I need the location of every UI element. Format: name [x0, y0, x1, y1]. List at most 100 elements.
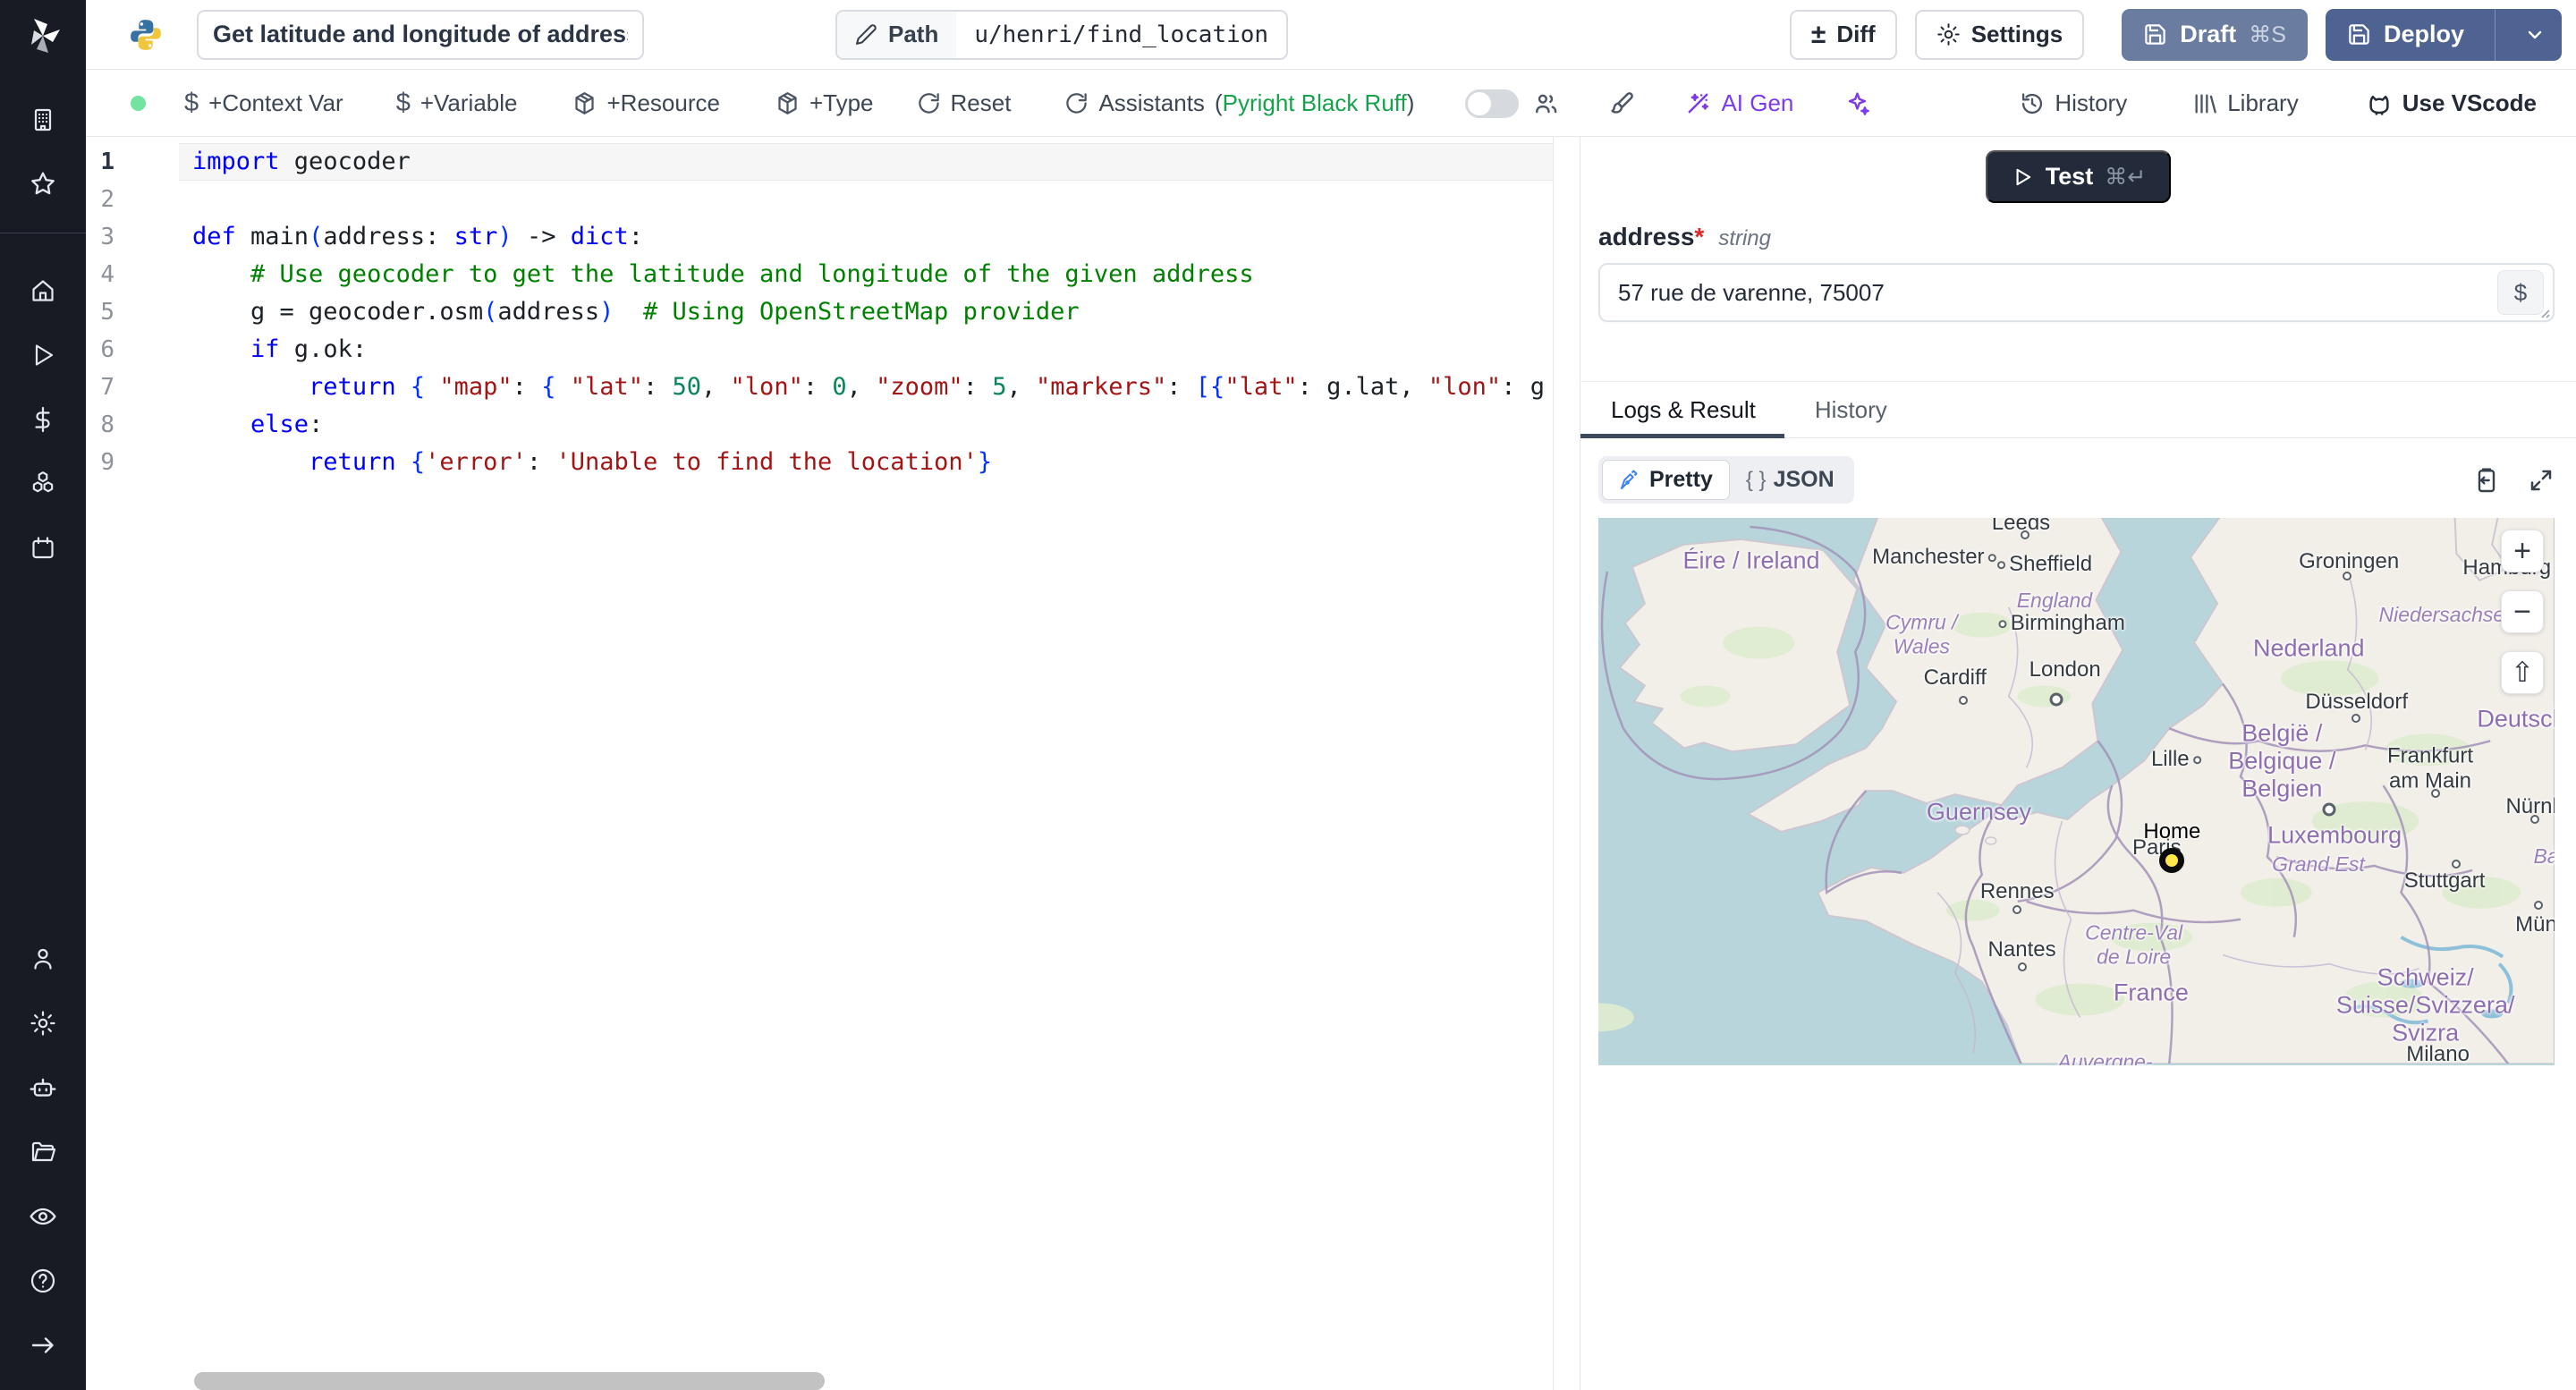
- resize-grip-icon[interactable]: [2538, 306, 2550, 318]
- diff-label: Diff: [1836, 21, 1876, 47]
- test-shortcut: ⌘↵: [2105, 164, 2147, 190]
- code-lines[interactable]: 1 import geocoder 2 3 def main(address: str)…: [86, 137, 1553, 481]
- tab-logs-result[interactable]: Logs & Result: [1580, 382, 1784, 438]
- code-line-9[interactable]: 9 return {'error': 'Unable to find the l…: [86, 444, 1553, 481]
- code-line-6[interactable]: 6 if g.ok:: [86, 331, 1553, 369]
- code-line-1[interactable]: 1 import geocoder: [86, 143, 1553, 181]
- code-line-2[interactable]: 2: [86, 181, 1553, 218]
- code-line-7[interactable]: 7 return { "map": { "lat": 50, "lon": 0,…: [86, 369, 1553, 406]
- panel-splitter[interactable]: [1555, 137, 1580, 1390]
- map-home-marker[interactable]: [2159, 848, 2185, 874]
- pretty-view-button[interactable]: Pretty: [1602, 460, 1730, 500]
- workers-robot-icon[interactable]: [0, 1055, 86, 1120]
- address-input-wrapper: $: [1598, 263, 2555, 322]
- multiplayer-toggle[interactable]: [1465, 89, 1520, 118]
- code-text[interactable]: return {'error': 'Unable to find the loc…: [179, 444, 1553, 481]
- map-label: Niedersachsen: [2378, 602, 2516, 626]
- result-map[interactable]: Leeds Manchester Sheffield Éire / Ireland En…: [1598, 518, 2555, 1065]
- history-button[interactable]: History: [2020, 89, 2127, 117]
- map-label: Deutschland: [2477, 705, 2555, 733]
- code-text[interactable]: def main(address: str) -> dict:: [179, 218, 1553, 256]
- collapse-arrow-right-icon[interactable]: [0, 1313, 86, 1377]
- map-marker-label: Home: [2143, 819, 2201, 844]
- add-resource-button[interactable]: +Resource: [572, 89, 720, 117]
- folders-icon[interactable]: [0, 1120, 86, 1184]
- map-label: Nürnberg: [2505, 794, 2555, 819]
- vscode-cat-icon: [2366, 90, 2393, 117]
- variables-dollar-icon[interactable]: [0, 387, 86, 452]
- map-zoom-out-button[interactable]: −: [2501, 590, 2544, 633]
- runs-play-icon[interactable]: [0, 323, 86, 387]
- map-city-dot: [2351, 713, 2360, 723]
- workspace-icon[interactable]: [0, 88, 86, 152]
- add-variable-button[interactable]: $ +Variable: [396, 89, 518, 118]
- address-input[interactable]: [1616, 277, 2497, 308]
- map-zoom-in-button[interactable]: +: [2501, 530, 2544, 572]
- code-text[interactable]: import geocoder: [179, 143, 1553, 181]
- resources-cubes-icon[interactable]: [0, 452, 86, 516]
- path-label: Path: [888, 21, 939, 47]
- settings-gear-icon[interactable]: [0, 991, 86, 1055]
- ai-gen-button[interactable]: AI Gen: [1685, 89, 1793, 117]
- map-city-dot: [2431, 788, 2441, 798]
- assistants-button[interactable]: Assistants (Pyright Black Ruff): [1064, 89, 1414, 117]
- reset-button[interactable]: Reset: [917, 89, 1011, 117]
- map-label: Guernsey: [1926, 798, 2031, 826]
- map-label: Frankfurt am Main: [2387, 743, 2474, 793]
- format-brush-icon[interactable]: [1609, 90, 1635, 116]
- library-button[interactable]: Library: [2192, 89, 2299, 117]
- map-label: Cardiff: [1923, 665, 1987, 691]
- code-text[interactable]: return { "map": { "lat": 50, "lon": 0, "…: [179, 369, 1553, 406]
- code-text[interactable]: else:: [179, 406, 1553, 444]
- use-vscode-button[interactable]: Use VScode: [2366, 89, 2537, 117]
- path-value[interactable]: u/henri/find_location: [956, 12, 1286, 58]
- history-clock-icon: [2020, 91, 2045, 116]
- schedules-calendar-icon[interactable]: [0, 516, 86, 581]
- code-text[interactable]: [179, 181, 1553, 218]
- expand-fullscreen-icon[interactable]: [2528, 467, 2555, 494]
- add-context-var-button[interactable]: $ +Context Var: [184, 89, 343, 118]
- use-vscode-label: Use VScode: [2402, 89, 2537, 116]
- add-type-button[interactable]: +Type: [775, 89, 874, 117]
- home-icon[interactable]: [0, 259, 86, 323]
- pretty-label: Pretty: [1649, 467, 1713, 492]
- copy-result-clipboard-icon[interactable]: [2472, 466, 2501, 495]
- map-label: Centre-Val de Loire: [2085, 920, 2183, 969]
- settings-button[interactable]: Settings: [1914, 9, 2085, 60]
- editor-toolbar: $ +Context Var $ +Variable +Resource +Ty…: [86, 71, 2576, 137]
- code-line-5[interactable]: 5 g = geocoder.osm(address) # Using Open…: [86, 293, 1553, 331]
- map-label: England: [2016, 588, 2093, 612]
- code-editor[interactable]: 1 import geocoder 2 3 def main(address: str)…: [86, 137, 1554, 1390]
- deploy-button[interactable]: Deploy: [2325, 8, 2562, 61]
- library-icon: [2192, 91, 2217, 116]
- tab-history[interactable]: History: [1799, 382, 1903, 437]
- multiplayer-users-icon[interactable]: [1533, 90, 1559, 116]
- assistants-paren: ): [1406, 89, 1415, 116]
- map-recenter-button[interactable]: ⇧: [2501, 651, 2544, 694]
- add-variable-label: +Variable: [419, 89, 518, 116]
- code-line-8[interactable]: 8 else:: [86, 406, 1553, 444]
- dollar-icon: $: [184, 89, 199, 117]
- path-widget[interactable]: Path u/henri/find_location: [835, 9, 1289, 60]
- help-icon[interactable]: [0, 1249, 86, 1313]
- play-icon: [2011, 165, 2034, 189]
- draft-button[interactable]: Draft ⌘S: [2122, 8, 2308, 61]
- code-text[interactable]: if g.ok:: [179, 331, 1553, 369]
- map-label: Stuttgart: [2403, 868, 2486, 893]
- windmill-logo[interactable]: [23, 16, 63, 55]
- user-icon[interactable]: [0, 927, 86, 991]
- script-title-input[interactable]: [197, 9, 644, 60]
- code-text[interactable]: g = geocoder.osm(address) # Using OpenSt…: [179, 293, 1553, 331]
- sparkles-icon[interactable]: [1844, 90, 1870, 116]
- test-button[interactable]: Test ⌘↵: [1985, 150, 2172, 203]
- horizontal-scrollbar[interactable]: [194, 1372, 825, 1390]
- code-line-4[interactable]: 4 # Use geocoder to get the latitude and…: [86, 256, 1553, 293]
- code-line-3[interactable]: 3 def main(address: str) -> dict:: [86, 218, 1553, 256]
- favorites-star-icon[interactable]: [0, 152, 86, 216]
- chevron-down-icon[interactable]: [2508, 24, 2562, 46]
- json-view-button[interactable]: { } JSON: [1730, 461, 1851, 499]
- code-text[interactable]: # Use geocoder to get the latitude and l…: [179, 256, 1553, 293]
- diff-button[interactable]: ± Diff: [1789, 9, 1897, 60]
- map-city-dot: [2020, 530, 2029, 539]
- audit-eye-icon[interactable]: [0, 1184, 86, 1249]
